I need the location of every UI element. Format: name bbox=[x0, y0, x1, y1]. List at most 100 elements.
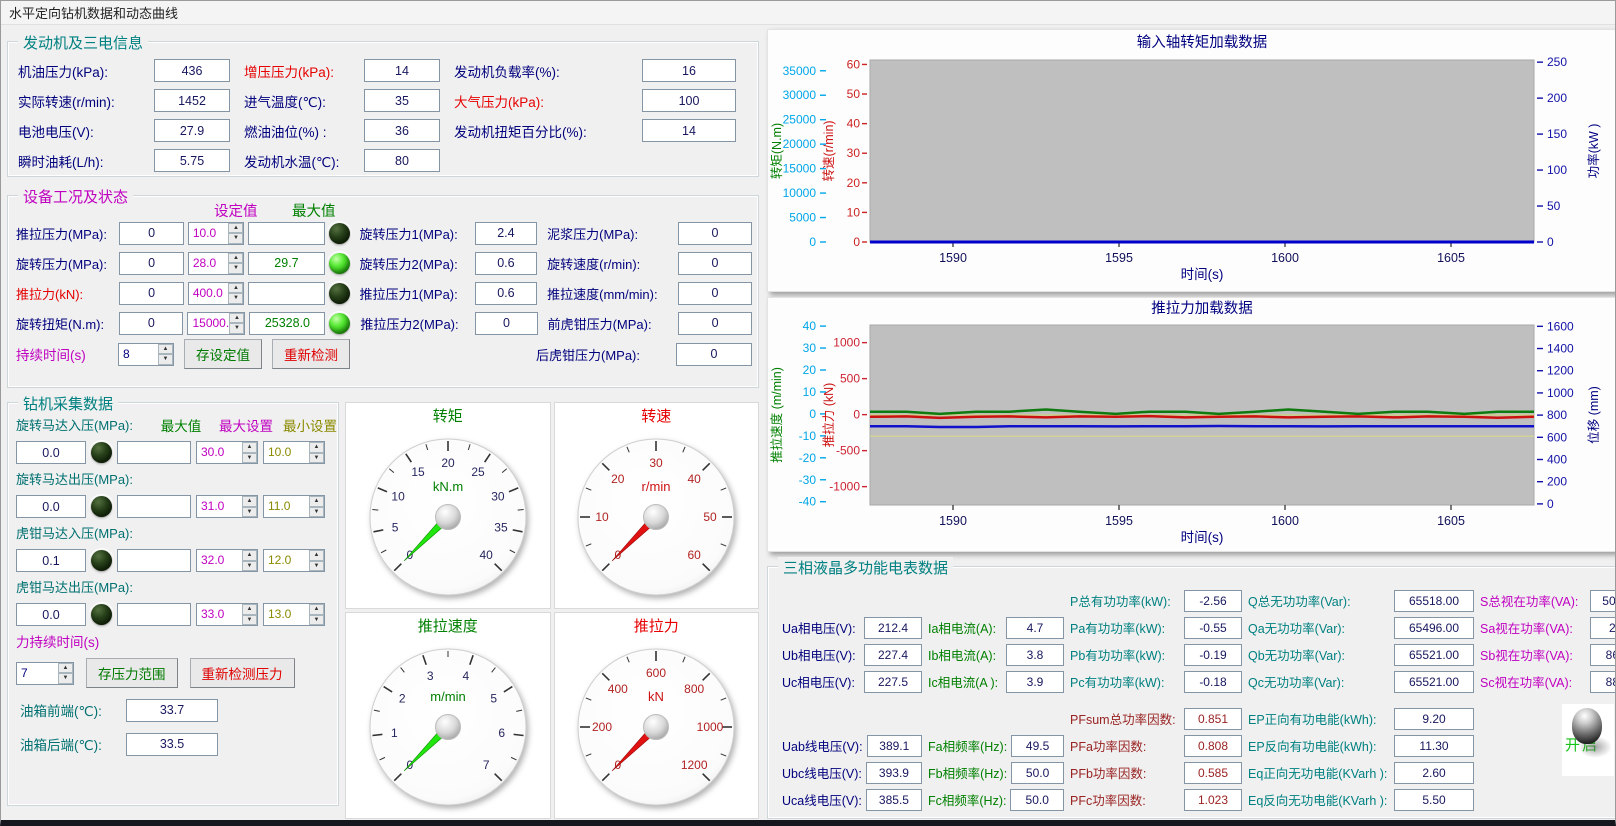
spinner-arrows[interactable]: ▲▼ bbox=[229, 313, 244, 334]
spin-down-icon[interactable]: ▼ bbox=[228, 233, 243, 244]
spin-down-icon[interactable]: ▼ bbox=[309, 561, 324, 572]
spinner-arrows[interactable]: ▲▼ bbox=[309, 496, 324, 517]
engine-field-value[interactable]: 1452 bbox=[154, 89, 230, 112]
meter-cell-value[interactable]: -2.56 bbox=[1184, 590, 1242, 612]
meter-cell-value[interactable]: 2.60 bbox=[1394, 762, 1474, 784]
collect-max-value[interactable] bbox=[117, 549, 191, 572]
spin-up-icon[interactable]: ▲ bbox=[309, 442, 324, 453]
spin-down-icon[interactable]: ▼ bbox=[242, 615, 257, 626]
meter-cell-value[interactable]: 20.00 bbox=[1590, 617, 1616, 639]
collect-value[interactable]: 0.0 bbox=[16, 495, 86, 518]
status-current-value[interactable]: 0 bbox=[119, 282, 183, 305]
meter-cell-value[interactable]: 3.8 bbox=[1006, 644, 1064, 666]
meter-cell-value[interactable]: -0.18 bbox=[1184, 671, 1242, 693]
meter-cell-value[interactable]: 65518.00 bbox=[1394, 590, 1474, 612]
spin-down-icon[interactable]: ▼ bbox=[242, 453, 257, 464]
tank-rear-value[interactable]: 33.5 bbox=[126, 733, 218, 756]
spin-up-icon[interactable]: ▲ bbox=[228, 253, 243, 264]
meter-cell-value[interactable]: 3.9 bbox=[1006, 671, 1064, 693]
spin-up-icon[interactable]: ▲ bbox=[242, 442, 257, 453]
engine-field-value[interactable]: 14 bbox=[364, 59, 440, 82]
status-current-value[interactable]: 0 bbox=[119, 222, 183, 245]
meter-cell-value[interactable]: 0.585 bbox=[1184, 762, 1242, 784]
save-setpoints-button[interactable]: 存设定值 bbox=[184, 339, 262, 369]
status-set-spinner[interactable]: 15000.0▲▼ bbox=[187, 312, 245, 335]
collect-value[interactable]: 0.0 bbox=[16, 441, 86, 464]
force-duration-spinner[interactable]: 7 ▲▼ bbox=[16, 662, 74, 685]
engine-field-value[interactable]: 80 bbox=[364, 149, 440, 172]
status-current-value[interactable]: 0 bbox=[119, 312, 183, 335]
meter-cell-value[interactable]: -0.55 bbox=[1184, 617, 1242, 639]
status-max-value[interactable] bbox=[248, 282, 324, 305]
spin-up-icon[interactable]: ▲ bbox=[309, 550, 324, 561]
spinner-arrows[interactable]: ▲▼ bbox=[242, 604, 257, 625]
spin-down-icon[interactable]: ▼ bbox=[242, 507, 257, 518]
status-mid-value[interactable]: 0 bbox=[475, 312, 537, 335]
meter-cell-value[interactable]: 5.50 bbox=[1394, 789, 1474, 811]
engine-field-value[interactable]: 36 bbox=[364, 119, 440, 142]
status-mid-value[interactable]: 0.6 bbox=[475, 252, 537, 275]
rear-vise-value[interactable]: 0 bbox=[676, 343, 752, 366]
engine-field-value[interactable]: 100 bbox=[642, 89, 736, 112]
engine-field-value[interactable]: 35 bbox=[364, 89, 440, 112]
collect-max-value[interactable] bbox=[117, 603, 191, 626]
engine-field-value[interactable]: 5.75 bbox=[154, 149, 230, 172]
spin-down-icon[interactable]: ▼ bbox=[309, 615, 324, 626]
status-right-value[interactable]: 0 bbox=[678, 282, 752, 305]
meter-cell-value[interactable]: 227.5 bbox=[864, 671, 922, 693]
status-max-value[interactable] bbox=[248, 222, 324, 245]
status-mid-value[interactable]: 2.4 bbox=[475, 222, 537, 245]
spin-up-icon[interactable]: ▲ bbox=[242, 550, 257, 561]
spin-up-icon[interactable]: ▲ bbox=[242, 604, 257, 615]
status-right-value[interactable]: 0 bbox=[678, 252, 752, 275]
collect-max-value[interactable] bbox=[117, 441, 191, 464]
status-current-value[interactable]: 0 bbox=[119, 252, 183, 275]
spin-down-icon[interactable]: ▼ bbox=[309, 507, 324, 518]
status-max-value[interactable]: 29.7 bbox=[248, 252, 324, 275]
spin-up-icon[interactable]: ▲ bbox=[309, 496, 324, 507]
collect-value[interactable]: 0.1 bbox=[16, 549, 86, 572]
spin-up-icon[interactable]: ▲ bbox=[228, 223, 243, 234]
meter-cell-value[interactable]: 393.9 bbox=[866, 762, 922, 784]
status-max-value[interactable]: 25328.0 bbox=[249, 312, 325, 335]
recheck-pressure-button[interactable]: 重新检测压力 bbox=[190, 658, 295, 688]
spinner-arrows[interactable]: ▲▼ bbox=[158, 344, 173, 365]
spinner-arrows[interactable]: ▲▼ bbox=[309, 604, 324, 625]
spinner-arrows[interactable]: ▲▼ bbox=[309, 550, 324, 571]
spinner-arrows[interactable]: ▲▼ bbox=[242, 550, 257, 571]
meter-cell-value[interactable]: 227.4 bbox=[864, 644, 922, 666]
collect-max-set-spinner[interactable]: 32.0▲▼ bbox=[196, 549, 258, 572]
meter-cell-value[interactable]: -0.19 bbox=[1184, 644, 1242, 666]
meter-cell-value[interactable]: 4.7 bbox=[1006, 617, 1064, 639]
meter-cell-value[interactable]: 50.0 bbox=[1010, 789, 1064, 811]
spin-down-icon[interactable]: ▼ bbox=[242, 561, 257, 572]
duration-spinner[interactable]: 8 ▲▼ bbox=[118, 343, 174, 366]
meter-cell-value[interactable]: 11.30 bbox=[1394, 735, 1474, 757]
meter-cell-value[interactable]: 9.20 bbox=[1394, 708, 1474, 730]
collect-min-set-spinner[interactable]: 12.0▲▼ bbox=[263, 549, 325, 572]
engine-field-value[interactable]: 14 bbox=[642, 119, 736, 142]
spin-up-icon[interactable]: ▲ bbox=[309, 604, 324, 615]
status-set-spinner[interactable]: 28.0▲▼ bbox=[188, 252, 245, 275]
meter-cell-value[interactable]: 65521.00 bbox=[1394, 644, 1474, 666]
status-mid-value[interactable]: 0.6 bbox=[475, 282, 537, 305]
spin-up-icon[interactable]: ▲ bbox=[229, 313, 244, 324]
spinner-arrows[interactable]: ▲▼ bbox=[228, 253, 243, 274]
recheck-button[interactable]: 重新检测 bbox=[272, 339, 350, 369]
meter-cell-value[interactable]: 0.808 bbox=[1184, 735, 1242, 757]
spin-down-icon[interactable]: ▼ bbox=[228, 293, 243, 304]
spinner-arrows[interactable]: ▲▼ bbox=[309, 442, 324, 463]
tank-front-value[interactable]: 33.7 bbox=[126, 699, 218, 722]
spinner-arrows[interactable]: ▲▼ bbox=[242, 496, 257, 517]
meter-cell-value[interactable]: 50.0 bbox=[1011, 762, 1064, 784]
collect-max-set-spinner[interactable]: 30.0▲▼ bbox=[196, 441, 258, 464]
meter-cell-value[interactable]: 212.4 bbox=[864, 617, 922, 639]
spin-down-icon[interactable]: ▼ bbox=[229, 323, 244, 334]
status-right-value[interactable]: 0 bbox=[678, 312, 752, 335]
spin-up-icon[interactable]: ▲ bbox=[242, 496, 257, 507]
meter-cell-value[interactable]: 880.00 bbox=[1590, 671, 1616, 693]
meter-cell-value[interactable]: 0.851 bbox=[1184, 708, 1242, 730]
meter-cell-value[interactable]: 1.023 bbox=[1184, 789, 1242, 811]
meter-cell-value[interactable]: 385.5 bbox=[866, 789, 922, 811]
engine-field-value[interactable]: 436 bbox=[154, 59, 230, 82]
